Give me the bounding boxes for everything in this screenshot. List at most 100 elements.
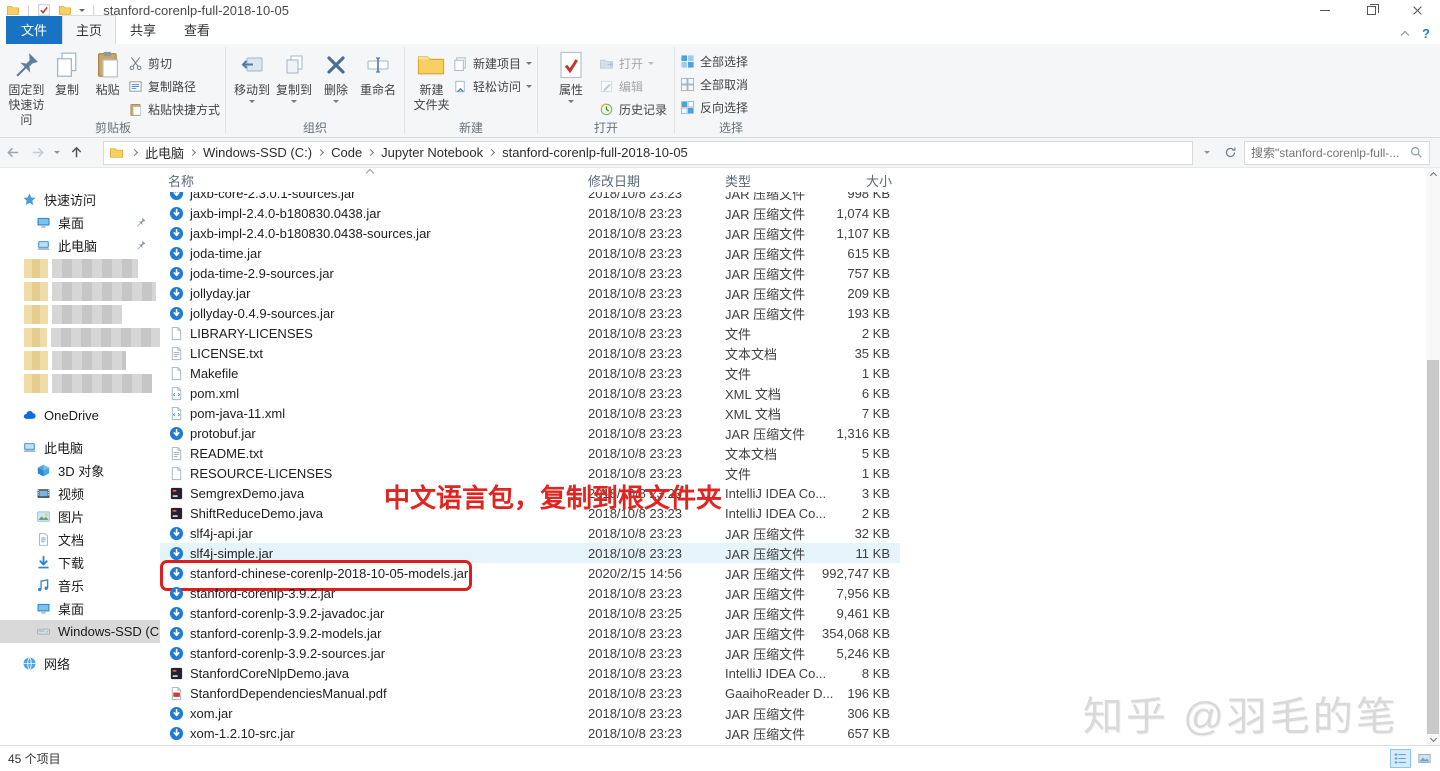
file-row[interactable]: LIBRARY-LICENSES 2018/10/8 23:23 文件 2 KB (160, 323, 900, 343)
file-row[interactable]: xom-1.2.10-src.jar 2018/10/8 23:23 JAR 压… (160, 723, 900, 743)
sidebar-item[interactable] (0, 326, 160, 349)
cut-button[interactable]: 剪切 (128, 55, 220, 72)
file-row[interactable]: jollyday.jar 2018/10/8 23:23 JAR 压缩文件 20… (160, 283, 900, 303)
file-row[interactable]: pom-java-11.xml 2018/10/8 23:23 XML 文档 7… (160, 403, 900, 423)
details-view-button[interactable] (1390, 749, 1411, 768)
copy-path-button[interactable]: 复制路径 (128, 78, 220, 95)
maximize-button[interactable] (1348, 0, 1394, 20)
file-row[interactable]: ShiftReduceDemo.java 2018/10/8 23:23 Int… (160, 503, 900, 523)
open-button[interactable]: 打开 (599, 55, 667, 72)
file-row[interactable]: stanford-corenlp-3.9.2-models.jar 2018/1… (160, 623, 900, 643)
copy-to-button[interactable]: 复制到 (273, 47, 315, 106)
file-row[interactable]: stanford-corenlp-3.9.2.jar 2018/10/8 23:… (160, 583, 900, 603)
new-folder-button[interactable]: 新建 文件夹 (410, 47, 453, 113)
sidebar-item[interactable]: 3D 对象 (0, 459, 160, 482)
up-button[interactable] (69, 145, 84, 160)
rename-button[interactable]: 重命名 (357, 47, 399, 98)
file-row[interactable]: jaxb-core-2.3.0.1-sources.jar 2018/10/8 … (160, 192, 900, 203)
edit-button[interactable]: 编辑 (599, 78, 667, 95)
collapse-ribbon-icon[interactable] (1401, 31, 1409, 39)
sidebar-item[interactable]: Windows-SSD (C:) (0, 620, 160, 643)
file-row[interactable]: RESOURCE-LICENSES 2018/10/8 23:23 文件 1 K… (160, 463, 900, 483)
paste-shortcut-button[interactable]: 粘贴快捷方式 (128, 101, 220, 118)
breadcrumb-item[interactable]: Windows-SSD (C:) (184, 145, 312, 160)
sidebar-item[interactable]: 下载 (0, 551, 160, 574)
column-header-date[interactable]: 修改日期 (588, 171, 640, 190)
sidebar-item[interactable]: OneDrive (0, 404, 160, 427)
breadcrumb-item[interactable]: stanford-corenlp-full-2018-10-05 (483, 145, 688, 160)
sidebar-item[interactable] (0, 257, 160, 280)
file-row[interactable]: Makefile 2018/10/8 23:23 文件 1 KB (160, 363, 900, 383)
sidebar-item[interactable]: 视频 (0, 482, 160, 505)
sidebar-item[interactable]: 桌面 (0, 597, 160, 620)
move-to-button[interactable]: 移动到 (231, 47, 273, 106)
select-none-button[interactable]: 全部取消 (680, 76, 748, 93)
ribbon-tab[interactable]: 共享 (116, 15, 170, 44)
scroll-up-button[interactable] (1426, 168, 1440, 180)
help-icon[interactable]: ? (1422, 26, 1430, 41)
recent-locations-caret-icon[interactable] (54, 151, 60, 157)
select-all-button[interactable]: 全部选择 (680, 53, 748, 70)
properties-check-icon[interactable] (37, 3, 51, 17)
column-header-type[interactable]: 类型 (725, 171, 751, 190)
sidebar-item[interactable]: 文档 (0, 528, 160, 551)
easy-access-button[interactable]: 轻松访问 (453, 78, 532, 95)
file-row[interactable]: stanford-corenlp-3.9.2-sources.jar 2018/… (160, 643, 900, 663)
qat-customize-caret-icon[interactable] (79, 9, 85, 15)
file-row[interactable]: pom.xml 2018/10/8 23:23 XML 文档 6 KB (160, 383, 900, 403)
column-header-size[interactable]: 大小 (780, 171, 892, 190)
file-row[interactable]: LICENSE.txt 2018/10/8 23:23 文本文档 35 KB (160, 343, 900, 363)
scrollbar-thumb[interactable] (1427, 360, 1439, 734)
delete-button[interactable]: 删除 (315, 47, 357, 106)
file-row[interactable]: protobuf.jar 2018/10/8 23:23 JAR 压缩文件 1,… (160, 423, 900, 443)
sidebar-item[interactable]: 此电脑 (0, 234, 160, 257)
file-row[interactable]: jaxb-impl-2.4.0-b180830.0438-sources.jar… (160, 223, 900, 243)
file-row[interactable]: jaxb-impl-2.4.0-b180830.0438.jar 2018/10… (160, 203, 900, 223)
ribbon-tab[interactable]: 主页 (62, 15, 116, 44)
file-row[interactable]: stanford-corenlp-3.9.2-javadoc.jar 2018/… (160, 603, 900, 623)
sidebar-item[interactable]: 快速访问 (0, 188, 160, 211)
file-row[interactable]: jollyday-0.4.9-sources.jar 2018/10/8 23:… (160, 303, 900, 323)
address-dropdown-button[interactable] (1198, 141, 1216, 165)
breadcrumb-item[interactable]: Jupyter Notebook (362, 145, 483, 160)
address-input-box[interactable]: 此电脑Windows-SSD (C:)CodeJupyter Notebooks… (103, 141, 1193, 165)
tab-file[interactable]: 文件 (6, 16, 62, 44)
copy-button[interactable]: 复制 (47, 47, 88, 98)
file-row[interactable]: SemgrexDemo.java 2018/10/8 23:23 Intelli… (160, 483, 900, 503)
search-input[interactable] (1251, 146, 1406, 160)
file-row[interactable]: README.txt 2018/10/8 23:23 文本文档 5 KB (160, 443, 900, 463)
invert-selection-button[interactable]: 反向选择 (680, 99, 748, 116)
properties-button[interactable]: 属性 (543, 47, 599, 106)
paste-button[interactable]: 粘贴 (87, 47, 128, 98)
back-button[interactable] (6, 145, 21, 160)
file-row[interactable]: slf4j-simple.jar 2018/10/8 23:23 JAR 压缩文… (160, 543, 900, 563)
sidebar-item[interactable]: 图片 (0, 505, 160, 528)
sidebar-item[interactable] (0, 280, 160, 303)
file-row[interactable]: xom.jar 2018/10/8 23:23 JAR 压缩文件 306 KB (160, 703, 900, 723)
sidebar-item[interactable]: 音乐 (0, 574, 160, 597)
column-header-name[interactable]: 名称 (168, 171, 194, 190)
breadcrumb-item[interactable]: Code (312, 145, 362, 160)
file-row[interactable]: StanfordDependenciesManual.pdf 2018/10/8… (160, 683, 900, 703)
scroll-down-button[interactable] (1426, 733, 1440, 745)
vertical-scrollbar[interactable] (1426, 168, 1440, 745)
file-row[interactable]: StanfordCoreNlpDemo.java 2018/10/8 23:23… (160, 663, 900, 683)
new-item-button[interactable]: 新建项目 (453, 55, 532, 72)
sidebar-item[interactable]: 桌面 (0, 211, 160, 234)
file-row[interactable]: stanford-chinese-corenlp-2018-10-05-mode… (160, 563, 900, 583)
ribbon-tab[interactable]: 查看 (170, 15, 224, 44)
sidebar-item[interactable]: 此电脑 (0, 436, 160, 459)
forward-button[interactable] (30, 145, 45, 160)
sidebar-item[interactable] (0, 303, 160, 326)
sidebar-item[interactable] (0, 349, 160, 372)
breadcrumb-item[interactable]: 此电脑 (126, 143, 184, 162)
file-row[interactable]: joda-time-2.9-sources.jar 2018/10/8 23:2… (160, 263, 900, 283)
large-icons-view-button[interactable] (1414, 749, 1435, 768)
file-row[interactable]: slf4j-api.jar 2018/10/8 23:23 JAR 压缩文件 3… (160, 523, 900, 543)
file-row[interactable]: joda-time.jar 2018/10/8 23:23 JAR 压缩文件 6… (160, 243, 900, 263)
search-box[interactable] (1244, 141, 1430, 165)
history-button[interactable]: 历史记录 (599, 101, 667, 118)
sidebar-item[interactable]: 网络 (0, 652, 160, 675)
pin-to-quick-access-button[interactable]: 固定到 快速访问 (6, 47, 47, 128)
sidebar-item[interactable] (0, 372, 160, 395)
